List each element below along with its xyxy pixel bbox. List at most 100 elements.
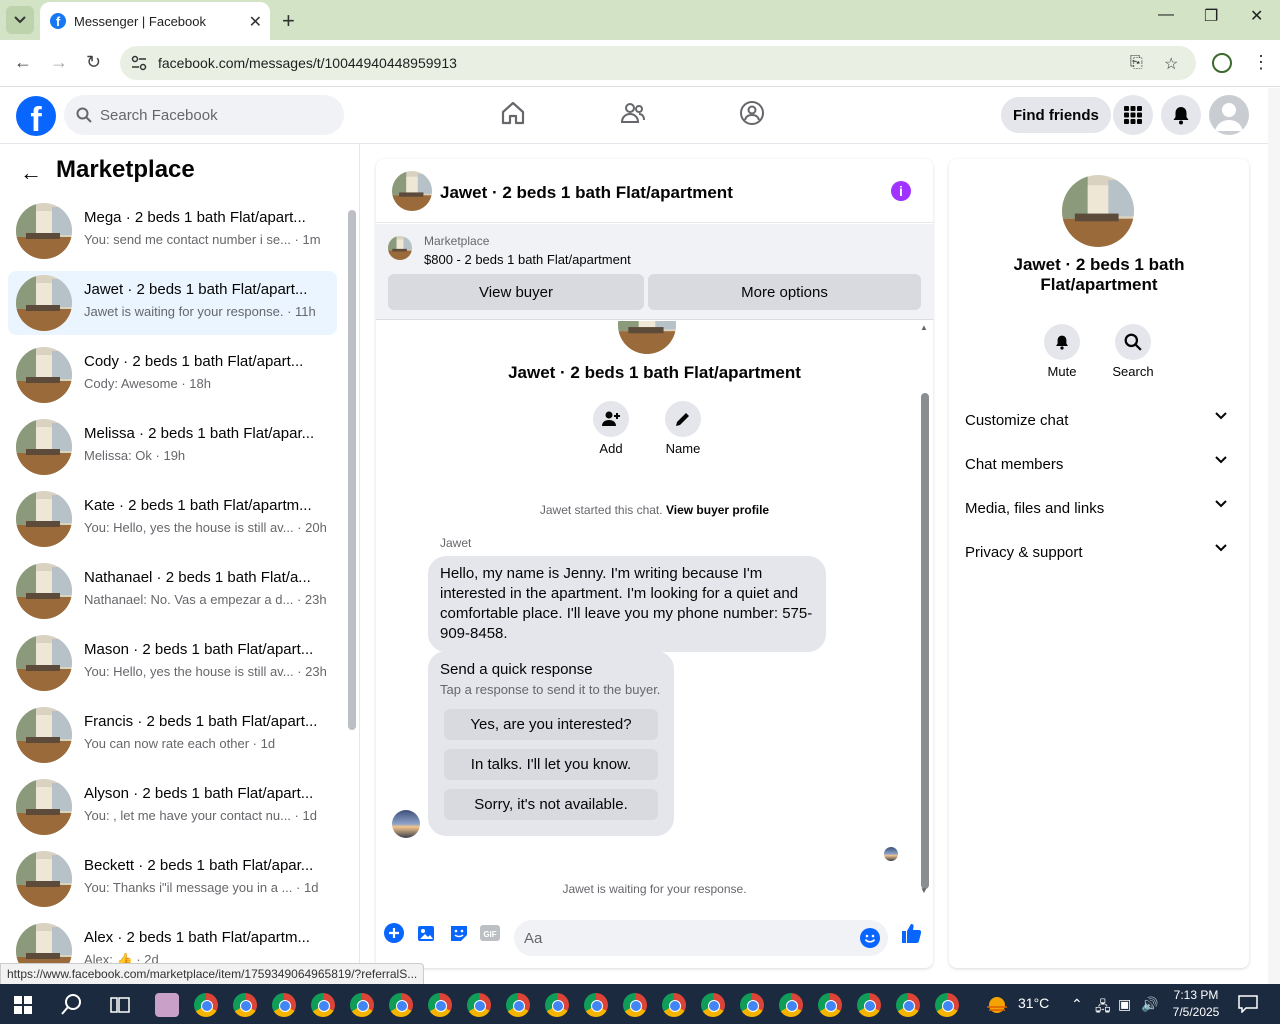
meet-now-icon[interactable]: ▣	[1118, 996, 1131, 1013]
conversation-item[interactable]: Francis · 2 beds 1 bath Flat/apart... You…	[8, 703, 337, 767]
chrome-taskbar-icon[interactable]	[779, 993, 803, 1017]
chrome-taskbar-icon[interactable]	[428, 993, 452, 1017]
volume-icon[interactable]: 🔊	[1141, 996, 1158, 1013]
conversation-item[interactable]: Melissa · 2 beds 1 bath Flat/apar... Meli…	[8, 415, 337, 479]
scroll-down-icon[interactable]: ▼	[920, 886, 928, 895]
search-box[interactable]	[64, 95, 344, 135]
close-window-icon[interactable]: ✕	[1250, 6, 1263, 26]
sticker-icon[interactable]	[449, 923, 469, 943]
privacy-support-section[interactable]: Privacy & support	[957, 532, 1241, 572]
conversation-item[interactable]: Nathanael · 2 beds 1 bath Flat/a... Natha…	[8, 559, 337, 623]
notification-center-icon[interactable]	[1238, 995, 1258, 1013]
conversation-item[interactable]: Mason · 2 beds 1 bath Flat/apart... You: …	[8, 631, 337, 695]
back-nav-icon[interactable]: ←	[14, 52, 32, 73]
tab-search-button[interactable]	[6, 6, 34, 34]
conversation-item[interactable]: Jawet · 2 beds 1 bath Flat/apart... Jawet…	[8, 271, 337, 335]
chrome-taskbar-icon[interactable]	[506, 993, 530, 1017]
account-avatar[interactable]	[1209, 95, 1249, 135]
facebook-logo-icon[interactable]: f	[16, 96, 56, 136]
find-friends-button[interactable]: Find friends	[1001, 97, 1111, 133]
search-in-chat-button[interactable]	[1115, 324, 1151, 360]
view-buyer-button[interactable]: View buyer	[388, 274, 644, 310]
page-scrollbar[interactable]	[1268, 88, 1280, 984]
bookmark-star-icon[interactable]: ☆	[1164, 54, 1178, 74]
site-info-icon[interactable]	[130, 54, 148, 72]
browser-profile-icon[interactable]	[1212, 53, 1232, 73]
weather-temperature[interactable]: 31°C	[1018, 995, 1049, 1011]
conversation-scrollbar[interactable]	[347, 200, 357, 730]
chrome-taskbar-icon[interactable]	[662, 993, 686, 1017]
browser-menu-icon[interactable]: ⋮	[1252, 52, 1270, 73]
chat-members-section[interactable]: Chat members	[957, 444, 1241, 484]
photo-icon[interactable]	[417, 923, 437, 943]
listing-thumbnail[interactable]	[388, 236, 412, 260]
restore-icon[interactable]: ❐	[1204, 6, 1218, 26]
add-button[interactable]	[593, 401, 629, 437]
scrollbar-thumb[interactable]	[348, 210, 356, 730]
details-avatar[interactable]	[1062, 175, 1134, 247]
menu-button[interactable]	[1113, 95, 1153, 135]
chrome-taskbar-icon[interactable]	[701, 993, 725, 1017]
chrome-taskbar-icon[interactable]	[584, 993, 608, 1017]
info-icon[interactable]: i	[891, 181, 911, 201]
conversation-item[interactable]: Beckett · 2 beds 1 bath Flat/apar... You:…	[8, 847, 337, 911]
paint-app-icon[interactable]	[155, 993, 179, 1017]
friends-icon[interactable]	[620, 100, 646, 126]
close-tab-icon[interactable]: ✕	[249, 12, 262, 32]
chrome-taskbar-icon[interactable]	[896, 993, 920, 1017]
conversation-item[interactable]: Kate · 2 beds 1 bath Flat/apartm... You: …	[8, 487, 337, 551]
chrome-taskbar-icon[interactable]	[623, 993, 647, 1017]
customize-chat-section[interactable]: Customize chat	[957, 400, 1241, 440]
task-view-icon[interactable]	[110, 995, 130, 1015]
tray-chevron-icon[interactable]: ⌃	[1071, 996, 1083, 1013]
search-input[interactable]	[100, 106, 320, 124]
message-input-box[interactable]	[514, 920, 888, 956]
mute-button[interactable]	[1044, 324, 1080, 360]
chrome-taskbar-icon[interactable]	[467, 993, 491, 1017]
network-icon[interactable]: 🖧	[1095, 996, 1111, 1020]
chat-avatar[interactable]	[392, 171, 432, 211]
more-options-button[interactable]: More options	[648, 274, 921, 310]
plus-circle-icon[interactable]	[384, 923, 404, 943]
scroll-up-icon[interactable]: ▲	[920, 323, 928, 332]
chrome-taskbar-icon[interactable]	[935, 993, 959, 1017]
back-arrow-icon[interactable]: ←	[20, 160, 42, 186]
new-tab-button[interactable]: +	[282, 8, 295, 34]
reload-icon[interactable]: ↻	[86, 52, 101, 73]
chrome-taskbar-icon[interactable]	[311, 993, 335, 1017]
chrome-taskbar-icon[interactable]	[389, 993, 413, 1017]
minimize-icon[interactable]: —	[1158, 6, 1174, 24]
gif-icon[interactable]: GIF	[480, 923, 500, 943]
view-buyer-profile-link[interactable]: View buyer profile	[666, 503, 769, 517]
chrome-taskbar-icon[interactable]	[350, 993, 374, 1017]
emoji-icon[interactable]	[860, 928, 880, 948]
taskbar-search-icon[interactable]	[61, 993, 83, 1015]
quick-reply-not-available[interactable]: Sorry, it's not available.	[444, 789, 658, 820]
chat-title[interactable]: Jawet · 2 beds 1 bath Flat/apartment	[440, 183, 733, 203]
notifications-button[interactable]	[1161, 95, 1201, 135]
nickname-button[interactable]	[665, 401, 701, 437]
chrome-taskbar-icon[interactable]	[740, 993, 764, 1017]
conversation-item[interactable]: Cody · 2 beds 1 bath Flat/apart... Cody: …	[8, 343, 337, 407]
chrome-taskbar-icon[interactable]	[545, 993, 569, 1017]
message-input[interactable]	[524, 929, 844, 947]
chrome-taskbar-icon[interactable]	[818, 993, 842, 1017]
quick-reply-interested[interactable]: Yes, are you interested?	[444, 709, 658, 740]
chat-scrollbar[interactable]: ▲ ▼	[919, 321, 931, 898]
chrome-taskbar-icon[interactable]	[194, 993, 218, 1017]
quick-reply-in-talks[interactable]: In talks. I'll let you know.	[444, 749, 658, 780]
conversation-item[interactable]: Alyson · 2 beds 1 bath Flat/apart... You:…	[8, 775, 337, 839]
groups-icon[interactable]	[739, 100, 765, 126]
browser-tab[interactable]: f Messenger | Facebook ✕	[40, 2, 270, 40]
chat-scrollbar-thumb[interactable]	[921, 393, 929, 889]
chrome-taskbar-icon[interactable]	[272, 993, 296, 1017]
thumbs-up-icon[interactable]	[900, 922, 922, 944]
chrome-taskbar-icon[interactable]	[857, 993, 881, 1017]
media-files-links-section[interactable]: Media, files and links	[957, 488, 1241, 528]
system-clock[interactable]: 7:13 PM 7/5/2025	[1168, 987, 1224, 1021]
forward-nav-icon[interactable]: →	[50, 52, 68, 73]
home-icon[interactable]	[500, 100, 526, 126]
chrome-taskbar-icon[interactable]	[233, 993, 257, 1017]
address-bar[interactable]: facebook.com/messages/t/1004494044895991…	[120, 46, 1196, 80]
windows-start-icon[interactable]	[14, 996, 32, 1014]
